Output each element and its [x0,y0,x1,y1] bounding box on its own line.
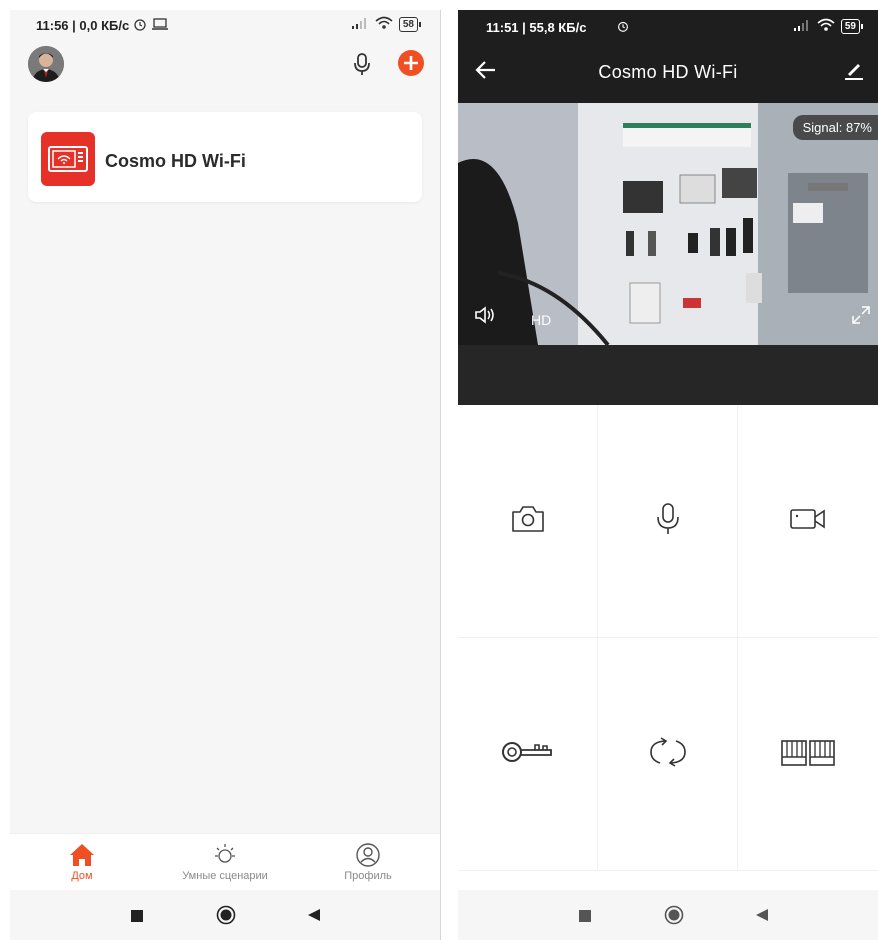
tab-smart-scenes-label: Умные сценарии [182,870,268,882]
status-bar: 11:56 | 0,0 КБ/с 58 [10,10,440,40]
alarm-icon [616,19,630,36]
tab-profile-label: Профиль [344,870,392,882]
live-video[interactable]: Signal: 87% HD [458,103,878,345]
controls-grid [458,405,878,890]
speaker-icon[interactable] [474,306,496,329]
control-divider [458,345,878,405]
gate-button[interactable] [738,638,878,871]
record-button[interactable] [738,405,878,638]
alarm-icon [132,16,148,35]
microphone-icon[interactable] [352,52,372,81]
battery-indicator: 59 [840,19,864,34]
avatar[interactable] [28,46,64,82]
bottom-tab-bar: Дом Умные сценарии Профиль [10,833,440,891]
microphone-icon [655,502,681,541]
add-device-button[interactable] [398,50,424,81]
key-icon [501,740,555,769]
back-nav-button[interactable] [755,908,769,927]
talk-button[interactable] [598,405,738,638]
recent-apps-button[interactable] [131,909,143,927]
tab-home[interactable]: Дом [22,840,142,882]
fullscreen-icon[interactable] [852,306,870,329]
device-thumbnail [41,132,95,186]
camera-icon [510,504,546,539]
tab-home-label: Дом [71,870,93,882]
signal-strength-badge: Signal: 87% [792,115,878,140]
status-bar: 11:51 | 55,8 КБ/с 59 [458,10,878,40]
back-nav-button[interactable] [307,908,321,927]
recent-apps-button[interactable] [579,909,591,927]
battery-indicator: 58 [398,17,422,32]
wifi-icon [375,16,393,33]
gate-icon [780,737,836,772]
home-nav-button[interactable] [216,905,236,930]
edit-icon[interactable] [844,60,864,85]
tab-smart-scenes[interactable]: Умные сценарии [165,840,285,882]
wifi-icon [817,18,835,35]
device-card[interactable]: Cosmo HD Wi-Fi [28,112,422,202]
switch-camera-button[interactable] [598,638,738,871]
app-bar: Cosmo HD Wi-Fi [458,40,878,103]
home-screen: 11:56 | 0,0 КБ/с 58 Cosmo HD Wi-Fi Дом У… [10,10,441,940]
system-nav-bar [458,890,878,940]
profile-icon [308,840,428,870]
home-nav-button[interactable] [664,905,684,930]
device-screen: 11:51 | 55,8 КБ/с 59 Cosmo HD Wi-Fi Sign… [458,10,878,940]
quality-toggle[interactable]: HD [531,312,551,328]
signal-icon [351,17,369,32]
laptop-icon [152,17,168,34]
signal-icon [793,19,811,34]
tab-profile[interactable]: Профиль [308,840,428,882]
system-nav-bar [10,890,440,940]
home-icon [22,840,142,870]
unlock-button[interactable] [458,638,598,871]
video-record-icon [789,507,827,536]
snapshot-button[interactable] [458,405,598,638]
rotate-icon [648,736,688,772]
device-name: Cosmo HD Wi-Fi [105,151,246,171]
status-time: 11:51 | 55,8 КБ/с [486,20,587,35]
page-title: Cosmo HD Wi-Fi [598,62,738,82]
sun-icon [165,840,285,870]
status-time: 11:56 | 0,0 КБ/с [36,18,130,33]
